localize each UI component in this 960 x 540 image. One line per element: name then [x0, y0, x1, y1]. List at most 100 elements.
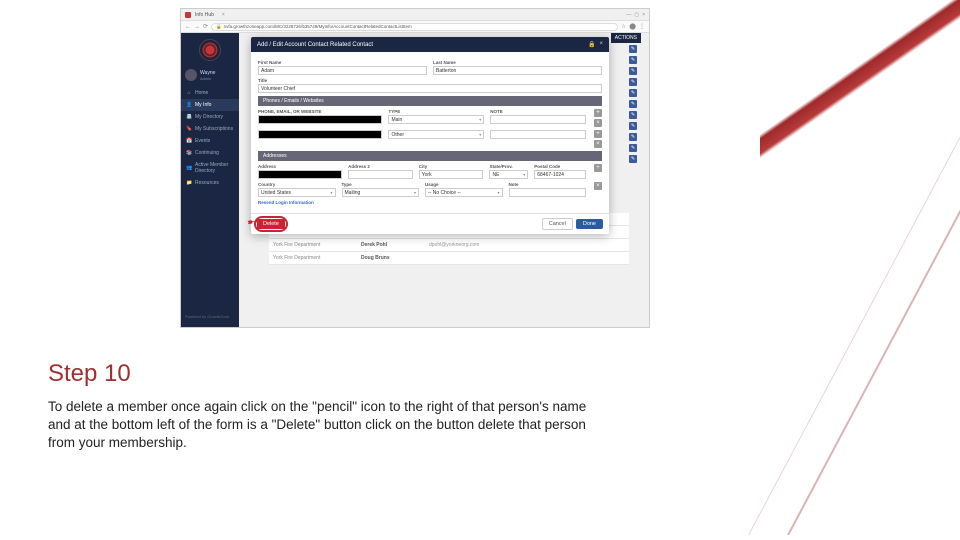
- card-icon: 📇: [186, 114, 192, 120]
- col-contact: PHONE, EMAIL, OR WEBSITE: [258, 109, 382, 114]
- state-label: State/Prov.: [489, 164, 528, 169]
- atype-select[interactable]: Mailing: [342, 188, 420, 197]
- calendar-icon: 📅: [186, 138, 192, 144]
- resend-link[interactable]: Resend Login Information: [258, 200, 314, 205]
- last-name-input[interactable]: Batterton: [433, 66, 602, 75]
- profile-icon[interactable]: ⬤: [629, 23, 636, 30]
- step-title: Step 10: [48, 360, 131, 388]
- modal-close-icon[interactable]: ×: [599, 41, 603, 48]
- sidebar-item-continuing[interactable]: 📚Continuing: [181, 147, 239, 159]
- addr-note-label: Note: [509, 182, 587, 187]
- country-label: Country: [258, 182, 336, 187]
- maximize-icon[interactable]: ▢: [634, 12, 639, 18]
- window-controls: — ▢ ×: [626, 12, 645, 18]
- addr-note-input[interactable]: [509, 188, 587, 197]
- addr-label: Address: [258, 164, 342, 169]
- pencil-icon[interactable]: ✎: [629, 78, 637, 86]
- lock-icon[interactable]: 🔒: [588, 41, 595, 48]
- title-input[interactable]: Volunteer Chief: [258, 84, 602, 93]
- avatar: [185, 69, 197, 81]
- addr2-label: Address 2: [348, 164, 413, 169]
- folder-icon: 📁: [186, 180, 192, 186]
- modal-header: Add / Edit Account Contact Related Conta…: [251, 37, 609, 52]
- sidebar: Wayne Admin ⌂Home 👤My Info 📇My Directory…: [181, 33, 239, 327]
- sidebar-item-home[interactable]: ⌂Home: [181, 87, 239, 99]
- reload-icon[interactable]: ⟳: [203, 23, 208, 30]
- lock-icon: 🔒: [216, 24, 222, 30]
- pencil-icon[interactable]: ✎: [629, 45, 637, 53]
- postal-input[interactable]: 68467-1024: [534, 170, 586, 179]
- country-select[interactable]: United States: [258, 188, 336, 197]
- pencil-icon[interactable]: ✎: [629, 56, 637, 64]
- first-name-input[interactable]: Adam: [258, 66, 427, 75]
- col-type: TYPE: [388, 109, 484, 114]
- user-name: Wayne: [200, 70, 215, 76]
- forward-icon[interactable]: →: [194, 24, 200, 30]
- url-text: nvfa.growthzoneapp.com/MC/3228726/535749…: [224, 24, 412, 29]
- pencil-icon[interactable]: ✎: [629, 67, 637, 75]
- sidebar-item-resources[interactable]: 📁Resources: [181, 177, 239, 189]
- sidebar-item-events[interactable]: 📅Events: [181, 135, 239, 147]
- atype-label: Type: [342, 182, 420, 187]
- pencil-icon[interactable]: ✎: [629, 89, 637, 97]
- sidebar-item-my-directory[interactable]: 📇My Directory: [181, 111, 239, 123]
- usage-label: Usage: [425, 182, 503, 187]
- pencil-icon[interactable]: ✎: [629, 133, 637, 141]
- url-field[interactable]: 🔒 nvfa.growthzoneapp.com/MC/3228726/5357…: [211, 23, 618, 31]
- city-input[interactable]: York: [419, 170, 484, 179]
- book-icon: 📚: [186, 150, 192, 156]
- sidebar-item-active-members[interactable]: 👥Active Member Directory: [181, 159, 239, 177]
- people-icon: 👥: [186, 165, 192, 171]
- add-icon[interactable]: +: [594, 109, 602, 117]
- org-logo: [199, 39, 221, 61]
- cancel-button[interactable]: Cancel: [542, 218, 573, 230]
- pencil-icon[interactable]: ✎: [629, 100, 637, 108]
- user-sub: Admin: [200, 76, 215, 81]
- note-input[interactable]: [490, 130, 586, 139]
- add-icon[interactable]: +: [594, 164, 602, 172]
- note-input[interactable]: [490, 115, 586, 124]
- accent-shape: [760, 0, 960, 200]
- type-select[interactable]: Other: [388, 130, 484, 139]
- step-body: To delete a member once again click on t…: [48, 398, 608, 453]
- sidebar-item-my-subscriptions[interactable]: 🔖My Subscriptions: [181, 123, 239, 135]
- addr-input[interactable]: [258, 170, 342, 179]
- action-column: ✎ ✎ ✎ ✎ ✎ ✎ ✎ ✎ ✎ ✎ ✎: [629, 45, 637, 163]
- main-area: ACTIONS ✎ ✎ ✎ ✎ ✎ ✎ ✎ ✎ ✎ ✎ ✎ York Fire …: [239, 33, 649, 327]
- remove-icon[interactable]: ×: [594, 140, 602, 148]
- pencil-icon[interactable]: ✎: [629, 144, 637, 152]
- last-name-label: Last Name: [433, 60, 602, 65]
- done-button[interactable]: Done: [576, 219, 603, 229]
- back-icon[interactable]: ←: [185, 24, 191, 30]
- contact-input[interactable]: [258, 115, 382, 124]
- tab-close-icon[interactable]: ×: [222, 12, 225, 18]
- addr2-input[interactable]: [348, 170, 413, 179]
- menu-icon[interactable]: ⋮: [639, 23, 645, 30]
- state-select[interactable]: NE: [489, 170, 528, 179]
- actions-header: ACTIONS: [611, 33, 641, 43]
- first-name-label: First Name: [258, 60, 427, 65]
- minimize-icon[interactable]: —: [626, 12, 631, 18]
- pencil-icon[interactable]: ✎: [629, 122, 637, 130]
- remove-icon[interactable]: ×: [594, 182, 602, 190]
- home-icon: ⌂: [186, 90, 192, 96]
- close-icon[interactable]: ×: [642, 12, 645, 18]
- sidebar-item-my-info[interactable]: 👤My Info: [181, 99, 239, 111]
- modal-title: Add / Edit Account Contact Related Conta…: [257, 42, 373, 48]
- star-icon[interactable]: ☆: [621, 23, 626, 30]
- contact-input[interactable]: [258, 130, 382, 139]
- remove-icon[interactable]: ×: [594, 119, 602, 127]
- col-note: NOTE: [490, 109, 586, 114]
- type-select[interactable]: Main: [388, 115, 484, 124]
- delete-button[interactable]: Delete: [257, 219, 285, 229]
- section-phones: Phones / Emails / Websites: [258, 96, 602, 106]
- pencil-icon[interactable]: ✎: [629, 155, 637, 163]
- pencil-icon[interactable]: ✎: [629, 111, 637, 119]
- table-row: York Fire DepartmentDoug Bruns: [269, 252, 629, 265]
- add-icon[interactable]: +: [594, 130, 602, 138]
- url-bar: ← → ⟳ 🔒 nvfa.growthzoneapp.com/MC/322872…: [181, 21, 649, 33]
- tab-title: Info Hub: [195, 12, 214, 18]
- usage-select[interactable]: -- No Choice --: [425, 188, 503, 197]
- modal-body: First NameAdam Last NameBatterton TitleV…: [251, 52, 609, 213]
- edit-contact-modal: Add / Edit Account Contact Related Conta…: [251, 37, 609, 234]
